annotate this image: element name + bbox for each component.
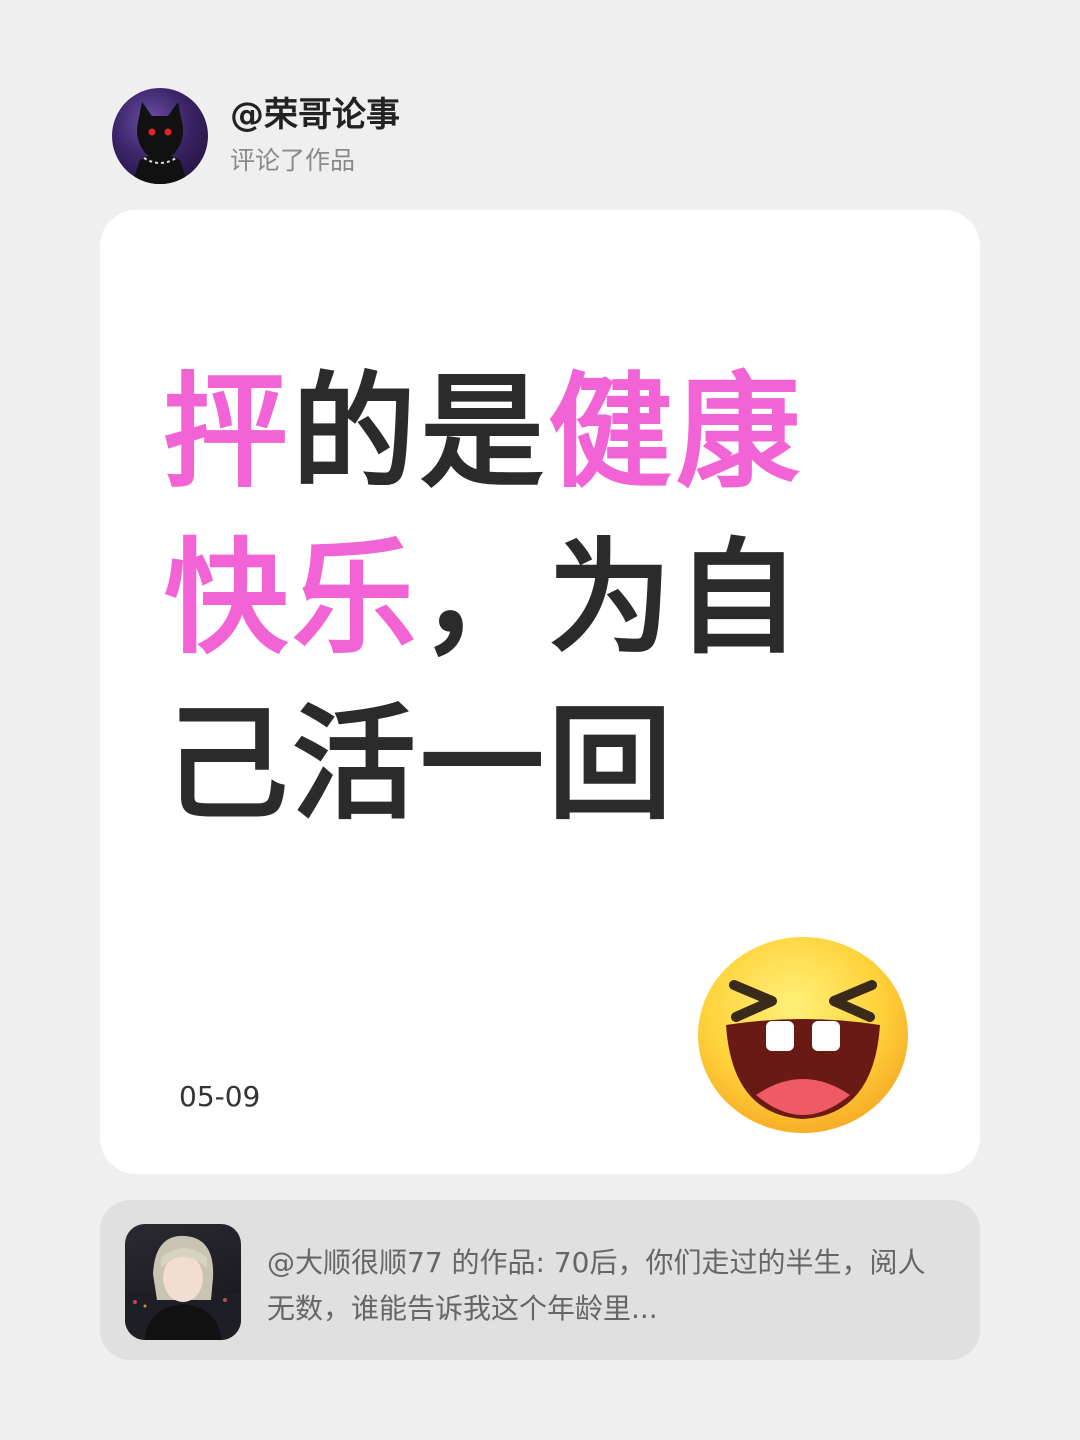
woman-portrait-icon xyxy=(125,1235,241,1340)
username[interactable]: @荣哥论事 xyxy=(230,93,400,137)
black-cat-icon xyxy=(132,102,188,184)
laughing-face-icon xyxy=(698,937,908,1133)
comment-date: 05-09 xyxy=(179,1080,261,1113)
comment-text: 抨的是健康快乐，为自己活一回 xyxy=(164,350,904,848)
referenced-post-text: @大顺很顺77 的作品: 70后，你们走过的半生，阅人无数，谁能告诉我这个年龄里… xyxy=(267,1246,926,1325)
comment-header: @荣哥论事 评论了作品 xyxy=(112,88,400,184)
referenced-post[interactable]: @大顺很顺77 的作品: 70后，你们走过的半生，阅人无数，谁能告诉我这个年龄里… xyxy=(100,1200,980,1360)
post-thumbnail[interactable] xyxy=(125,1224,241,1340)
comment-segment: 的是 xyxy=(292,361,549,505)
comment-segment-highlight: 抨 xyxy=(164,361,293,505)
comment-card[interactable]: 抨的是健康快乐，为自己活一回 05-09 xyxy=(100,210,980,1174)
user-avatar[interactable] xyxy=(112,88,208,184)
action-text: 评论了作品 xyxy=(230,146,356,175)
